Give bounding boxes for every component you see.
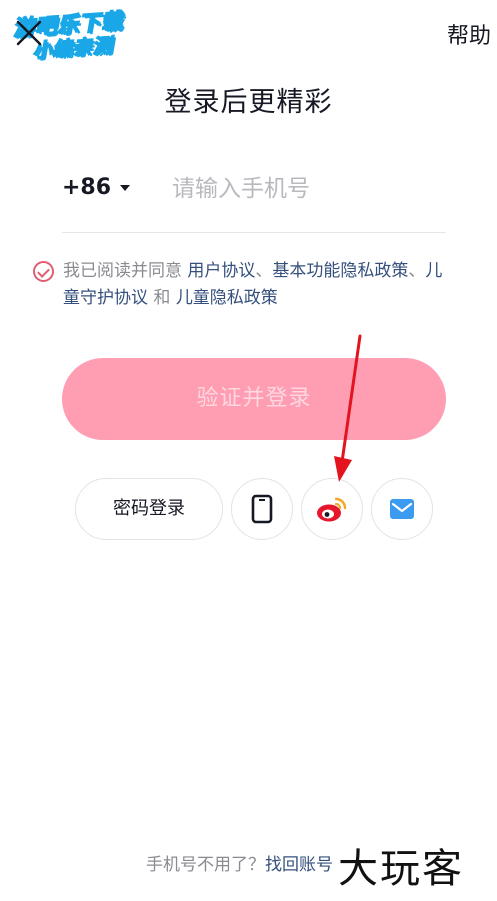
mobile-phone-icon [251, 494, 273, 524]
phone-login-button[interactable] [231, 478, 293, 540]
close-icon[interactable] [14, 18, 44, 48]
agreement-text: 我已阅读并同意 用户协议、基本功能隐私政策、儿童守护协议 和 儿童隐私政策 [33, 258, 453, 312]
agreement-prefix: 我已阅读并同意 [63, 261, 188, 281]
verify-login-button[interactable]: 验证并登录 [62, 358, 446, 440]
recover-account-link[interactable]: 找回账号 [265, 855, 333, 875]
watermark-bottom-text: 大玩客 [338, 846, 464, 892]
child-privacy-link[interactable]: 儿童隐私政策 [176, 288, 278, 308]
user-agreement-link[interactable]: 用户协议 [187, 261, 255, 281]
email-icon [390, 499, 414, 519]
agreement-and: 和 [148, 288, 176, 308]
phone-number-input[interactable] [172, 167, 442, 211]
agreement-separator: 、 [255, 261, 273, 281]
help-button[interactable]: 帮助 [447, 18, 491, 50]
agreement-block: 我已阅读并同意 用户协议、基本功能隐私政策、儿童守护协议 和 儿童隐私政策 [33, 258, 453, 312]
password-login-button[interactable]: 密码登录 [75, 478, 223, 540]
agreement-separator: 、 [408, 261, 426, 281]
page-title: 登录后更精彩 [164, 87, 333, 118]
phone-input-row: +86 [62, 163, 446, 233]
email-login-button[interactable] [371, 478, 433, 540]
weibo-icon [317, 497, 347, 522]
caret-down-icon[interactable] [120, 185, 130, 191]
country-code-selector[interactable]: +86 [62, 175, 111, 200]
footer-recover-account: 手机号不用了？找回账号 [146, 850, 333, 875]
privacy-policy-link[interactable]: 基本功能隐私政策 [272, 261, 408, 281]
agreement-check-icon[interactable] [33, 261, 54, 282]
red-arrow-annotation [334, 334, 362, 482]
footer-question: 手机号不用了？ [146, 855, 265, 875]
alternative-login-row: 密码登录 [75, 478, 435, 540]
